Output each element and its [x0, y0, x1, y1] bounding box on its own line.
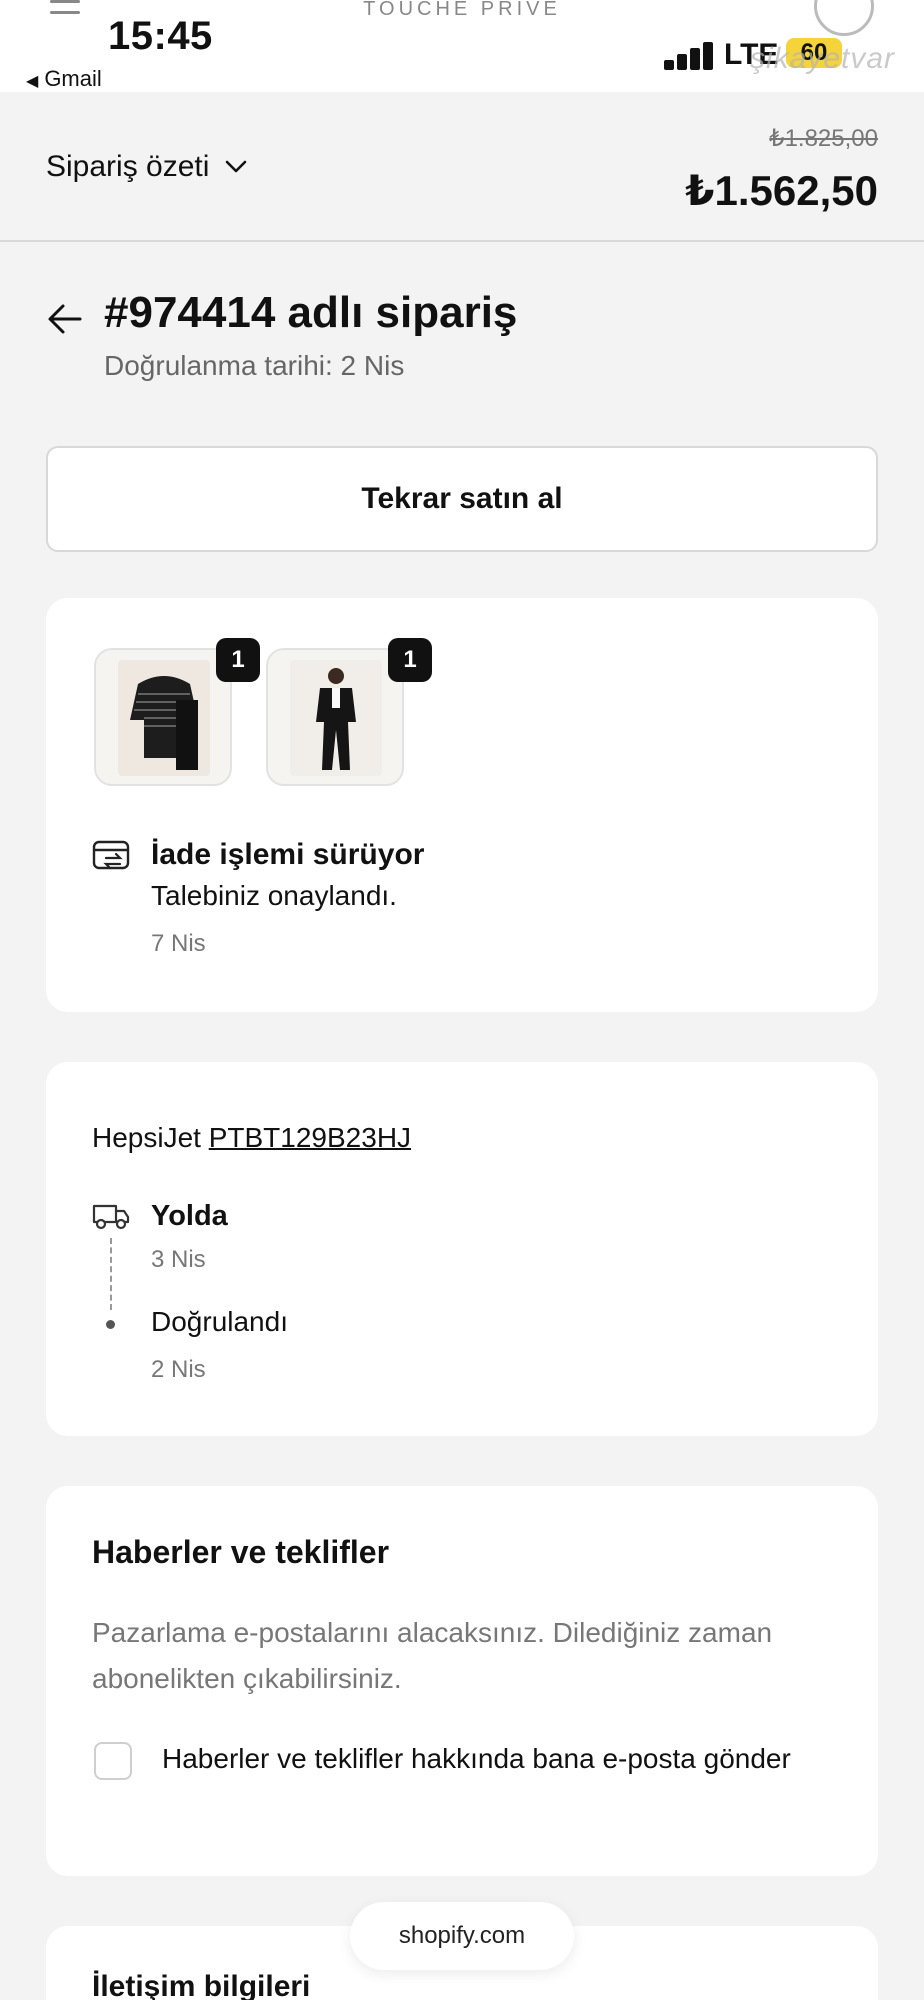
newsletter-title: Haberler ve teklifler — [92, 1534, 390, 1570]
timeline-connector — [110, 1238, 112, 1310]
chevron-down-icon — [226, 160, 247, 173]
timeline-step-date: 2 Nis — [151, 1356, 206, 1383]
tracking-link[interactable]: PTBT129B23HJ — [209, 1122, 411, 1153]
shipment-card: HepsiJet PTBT129B23HJ Yolda 3 Nis Doğrul… — [46, 1062, 878, 1436]
carrier-line: HepsiJet PTBT129B23HJ — [92, 1122, 411, 1154]
contact-title: İletişim bilgileri — [92, 1970, 311, 2000]
page-title: #974414 adlı sipariş — [104, 288, 518, 337]
back-arrow-icon[interactable] — [46, 300, 84, 338]
signal-icon — [664, 40, 716, 70]
account-icon[interactable] — [814, 0, 874, 36]
original-price: ₺1.825,00 — [769, 125, 878, 152]
timeline-step-label: Yolda — [151, 1200, 228, 1232]
product-thumbnail[interactable]: 1 — [94, 638, 260, 786]
return-status-title: İade işlemi sürüyor — [151, 838, 425, 871]
confirmed-date: Doğrulanma tarihi: 2 Nis — [104, 350, 405, 381]
timeline-step-date: 3 Nis — [151, 1246, 206, 1273]
carrier-name: HepsiJet — [92, 1122, 201, 1153]
newsletter-checkbox-label[interactable]: Haberler ve teklifler hakkında bana e-po… — [162, 1736, 822, 1782]
return-status-message: Talebiniz onaylandı. — [151, 880, 397, 911]
return-status-card: 1 1 İade işlemi sürüyor Talebiniz onayla… — [46, 598, 878, 1012]
back-triangle-icon: ◀ — [26, 73, 39, 90]
watermark: şikayetvar — [750, 42, 896, 75]
back-to-app[interactable]: ◀ Gmail — [26, 66, 102, 92]
newsletter-card: Haberler ve teklifler Pazarlama e-postal… — [46, 1486, 878, 1876]
quantity-badge: 1 — [388, 638, 432, 682]
delivery-truck-icon — [92, 1204, 130, 1230]
timeline-step-label: Doğrulandı — [151, 1306, 288, 1337]
quantity-badge: 1 — [216, 638, 260, 682]
product-thumbnail[interactable]: 1 — [266, 638, 432, 786]
order-summary-label: Sipariş özeti — [46, 150, 210, 183]
return-status-date: 7 Nis — [151, 930, 206, 957]
newsletter-description: Pazarlama e-postalarını alacaksınız. Dil… — [92, 1617, 773, 1694]
shopify-url-pill[interactable]: shopify.com — [350, 1902, 574, 1970]
order-total: ₺1.562,50 — [685, 167, 878, 214]
order-summary-bar: Sipariş özeti ₺1.825,00 ₺1.562,50 — [0, 92, 924, 242]
clock: 15:45 — [108, 14, 213, 58]
product-image-suit — [290, 660, 382, 776]
newsletter-checkbox[interactable] — [94, 1742, 132, 1780]
order-summary-toggle[interactable]: Sipariş özeti — [46, 150, 247, 184]
buy-again-button[interactable]: Tekrar satın al — [46, 446, 878, 552]
timeline-dot — [106, 1320, 115, 1329]
status-bar: TOUCHE PRIVE 15:45 ◀ Gmail LTE 60 şikayet… — [0, 0, 924, 92]
back-app-label: Gmail — [44, 66, 102, 91]
product-image-sweater — [118, 660, 210, 776]
return-icon — [92, 840, 130, 870]
